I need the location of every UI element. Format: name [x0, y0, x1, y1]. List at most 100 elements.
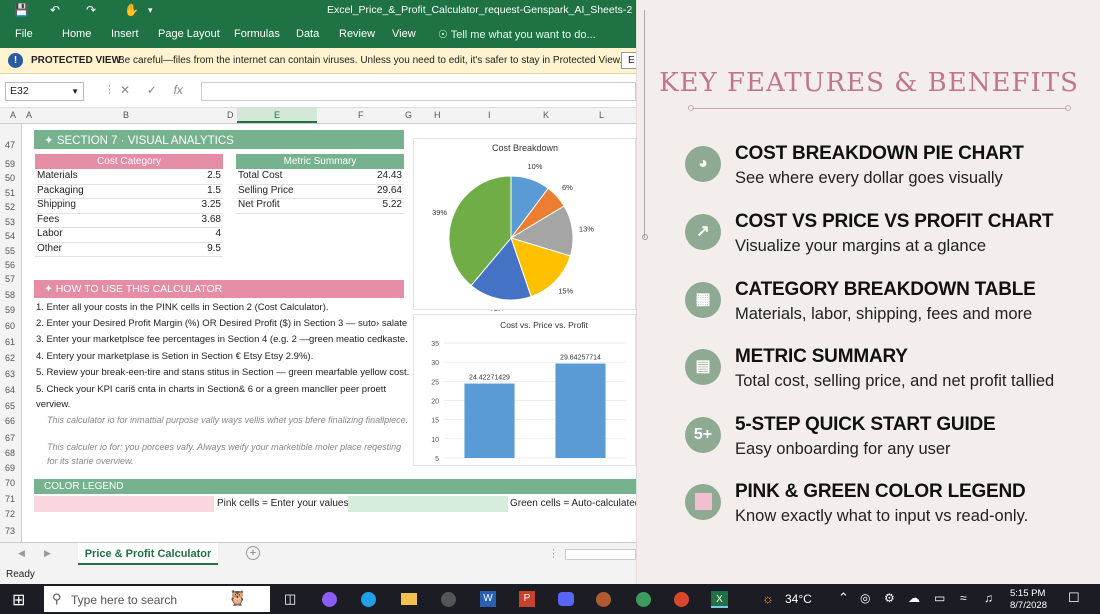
file-explorer-icon[interactable]: [401, 593, 417, 605]
row-header[interactable]: 60: [0, 321, 20, 331]
name-box[interactable]: E32 ▼: [5, 82, 84, 101]
row-header[interactable]: 61: [0, 337, 20, 347]
tab-review[interactable]: Review: [339, 28, 375, 40]
wifi-icon[interactable]: ≈: [960, 591, 967, 605]
sheet-tab-bar: ◀ ▶ Price & Profit Calculator + ⋮: [0, 542, 636, 566]
row-header[interactable]: 73: [0, 526, 20, 536]
insert-function-icon[interactable]: fx: [173, 83, 182, 97]
row-header[interactable]: 52: [0, 202, 20, 212]
powerpoint-icon[interactable]: P: [519, 591, 535, 607]
app-icon[interactable]: [441, 592, 456, 607]
column-header[interactable]: H: [434, 110, 441, 120]
row-header[interactable]: 50: [0, 173, 20, 183]
column-header-active[interactable]: E: [237, 108, 317, 123]
row-header[interactable]: 63: [0, 369, 20, 379]
row-header[interactable]: 47: [0, 140, 20, 150]
pie-chart-panel[interactable]: Cost Breakdown 10% 6% 13% 15% 17% 39%: [413, 138, 636, 318]
chevron-down-icon[interactable]: ▼: [71, 83, 79, 100]
clock-date[interactable]: 8/7/2028: [1010, 600, 1047, 611]
row-header[interactable]: 58: [0, 290, 20, 300]
edge-icon[interactable]: [361, 592, 376, 607]
tab-data[interactable]: Data: [296, 28, 319, 40]
column-header[interactable]: F: [358, 110, 364, 120]
step-text: 1. Enter all your costs in the PINK cell…: [36, 302, 329, 313]
column-header[interactable]: K: [543, 110, 549, 120]
y-tick-label: 25: [431, 379, 439, 386]
row-header[interactable]: 66: [0, 416, 20, 426]
bar-chart-icon: ▤: [685, 349, 721, 385]
chevron-up-icon[interactable]: ⌃: [838, 590, 849, 606]
bar-chart-panel[interactable]: Cost vs. Price vs. Profit 35 30 25 20 15 10 5 2…: [413, 314, 636, 466]
column-header[interactable]: B: [123, 110, 129, 120]
add-sheet-icon[interactable]: +: [246, 546, 260, 560]
column-header[interactable]: I: [488, 110, 491, 120]
row-header[interactable]: 71: [0, 494, 20, 504]
row-header[interactable]: 54: [0, 231, 20, 241]
windows-start-icon[interactable]: ⊞: [12, 590, 25, 610]
customize-qat-icon[interactable]: ▾: [148, 5, 153, 16]
row-header[interactable]: 69: [0, 463, 20, 473]
row-header[interactable]: 65: [0, 401, 20, 411]
row-header[interactable]: 64: [0, 385, 20, 395]
lightbulb-icon: ☉: [438, 29, 451, 41]
chrome-icon[interactable]: [636, 592, 651, 607]
row-header[interactable]: 51: [0, 188, 20, 198]
sheet-tab-active[interactable]: Price & Profit Calculator: [78, 543, 218, 565]
tab-page-layout[interactable]: Page Layout: [158, 28, 220, 40]
row-header[interactable]: 53: [0, 217, 20, 227]
save-icon[interactable]: 💾: [14, 3, 29, 17]
tray-icon[interactable]: ☁: [908, 591, 920, 605]
formula-input[interactable]: [201, 82, 636, 101]
worksheet-grid[interactable]: ✦ SECTION 7 · VISUAL ANALYTICS Cost Cate…: [22, 124, 636, 542]
row-header[interactable]: 62: [0, 353, 20, 363]
redo-icon[interactable]: ↷: [86, 3, 96, 17]
check-icon[interactable]: ✓: [147, 83, 157, 97]
row-header[interactable]: 59: [0, 159, 20, 169]
tab-file[interactable]: File: [15, 28, 33, 40]
row-header[interactable]: 72: [0, 509, 20, 519]
feature-subtext: Materials, labor, shipping, fees and mor…: [735, 305, 1033, 323]
row-header[interactable]: 57: [0, 274, 20, 284]
column-header[interactable]: G: [405, 110, 412, 120]
column-header[interactable]: L: [599, 110, 604, 120]
column-header[interactable]: D: [227, 110, 234, 120]
chrome-icon[interactable]: [674, 592, 689, 607]
row-header[interactable]: 67: [0, 433, 20, 443]
column-header[interactable]: A: [26, 110, 32, 120]
tab-view[interactable]: View: [392, 28, 416, 40]
row-header[interactable]: 68: [0, 448, 20, 458]
word-icon[interactable]: W: [480, 591, 496, 607]
undo-icon[interactable]: ↶: [50, 3, 60, 17]
excel-icon[interactable]: X: [711, 591, 728, 608]
touch-mode-icon[interactable]: ✋: [124, 3, 139, 17]
row-header[interactable]: 55: [0, 246, 20, 256]
app-icon[interactable]: [596, 592, 611, 607]
column-header[interactable]: A: [10, 110, 16, 120]
tell-me-search[interactable]: ☉ Tell me what you want to do...: [438, 28, 596, 41]
battery-icon[interactable]: ▭: [934, 591, 945, 605]
row-header[interactable]: 70: [0, 478, 20, 488]
color-legend-banner: COLOR LEGEND: [34, 479, 636, 494]
y-tick-label: 20: [431, 399, 439, 406]
cancel-icon[interactable]: ✕: [120, 83, 130, 97]
clock-time[interactable]: 5:15 PM: [1010, 588, 1045, 599]
copilot-icon[interactable]: [322, 592, 337, 607]
row-header[interactable]: 56: [0, 260, 20, 270]
next-sheet-icon[interactable]: ▶: [44, 548, 51, 559]
row-header[interactable]: 59: [0, 305, 20, 315]
five-plus-icon: 5+: [685, 417, 721, 453]
tray-icon[interactable]: ◎: [860, 591, 870, 605]
tab-home[interactable]: Home: [62, 28, 91, 40]
task-view-icon[interactable]: ◫: [284, 591, 296, 607]
horizontal-scrollbar[interactable]: [565, 549, 636, 560]
green-swatch: [348, 496, 508, 512]
notification-icon[interactable]: ☐: [1068, 590, 1080, 606]
tab-insert[interactable]: Insert: [111, 28, 139, 40]
volume-icon[interactable]: ♫: [984, 591, 993, 605]
tab-formulas[interactable]: Formulas: [234, 28, 280, 40]
tray-icon[interactable]: ⚙: [884, 591, 895, 605]
discord-icon[interactable]: [558, 592, 574, 606]
protected-view-message: Be careful—files from the internet can c…: [118, 55, 623, 66]
prev-sheet-icon[interactable]: ◀: [18, 548, 25, 559]
taskbar-search-box[interactable]: ⚲ Type here to search 🦉: [44, 586, 270, 612]
